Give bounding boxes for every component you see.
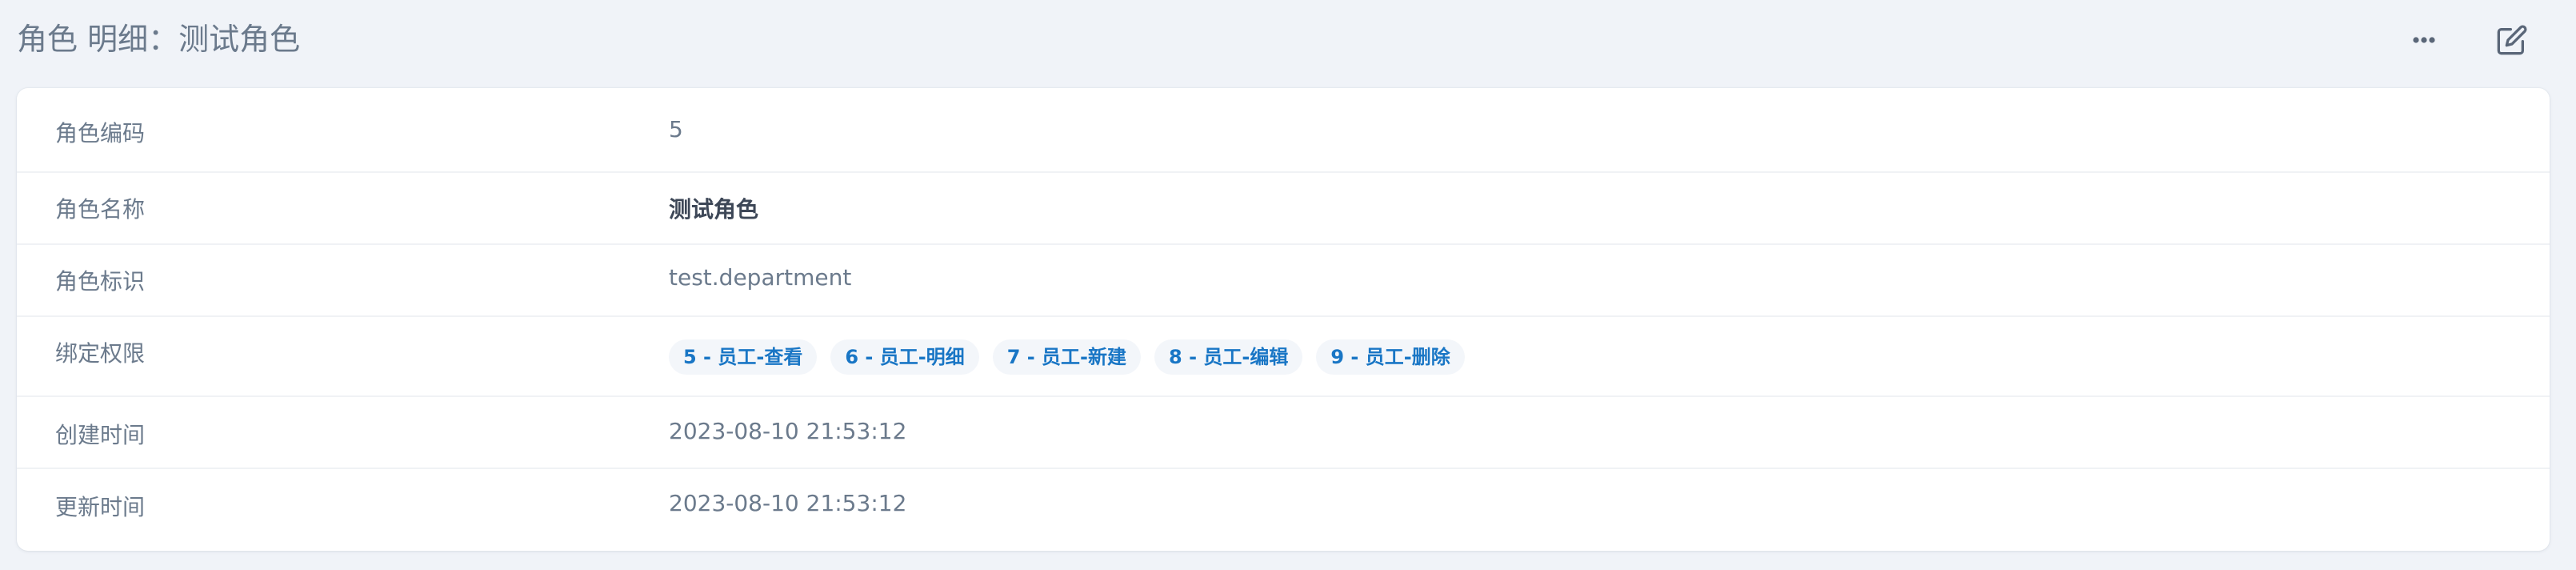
detail-row-permissions: 绑定权限 5 - 员工-查看 6 - 员工-明细 7 - 员工-新建 8 - 员…: [17, 317, 2550, 397]
detail-row-name: 角色名称 测试角色: [17, 173, 2550, 245]
row-label: 角色标识: [55, 268, 146, 295]
detail-row-code: 角色编码 5: [17, 88, 2550, 173]
detail-row-identifier: 角色标识 test.department: [17, 245, 2550, 317]
edit-button[interactable]: [2490, 18, 2534, 62]
page-title: 角色 明细：测试角色: [17, 22, 301, 57]
permission-tag[interactable]: 7 - 员工-新建: [992, 339, 1142, 375]
row-label: 绑定权限: [55, 340, 146, 367]
created-time-value: 2023-08-10 21:53:12: [669, 418, 907, 444]
row-label: 创建时间: [55, 422, 146, 448]
row-label: 更新时间: [55, 494, 146, 520]
role-name-value: 测试角色: [669, 196, 759, 223]
more-actions-button[interactable]: [2402, 18, 2446, 62]
role-identifier-value: test.department: [669, 264, 852, 291]
permission-tag-list: 5 - 员工-查看 6 - 员工-明细 7 - 员工-新建 8 - 员工-编辑 …: [669, 339, 1465, 375]
updated-time-value: 2023-08-10 21:53:12: [669, 490, 907, 516]
permission-tag[interactable]: 9 - 员工-删除: [1316, 339, 1465, 375]
detail-row-updated: 更新时间 2023-08-10 21:53:12: [17, 469, 2550, 551]
role-detail-card: 角色编码 5 角色名称 测试角色 角色标识 test.department 绑定…: [17, 88, 2550, 551]
edit-icon: [2497, 25, 2527, 55]
permission-tag[interactable]: 5 - 员工-查看: [669, 339, 818, 375]
page-header: 角色 明细：测试角色: [0, 0, 2576, 80]
more-horizontal-icon: [2413, 37, 2435, 43]
permission-tag[interactable]: 8 - 员工-编辑: [1154, 339, 1303, 375]
row-label: 角色名称: [55, 196, 146, 223]
permission-tag[interactable]: 6 - 员工-明细: [830, 339, 979, 375]
row-label: 角色编码: [55, 120, 146, 147]
detail-row-created: 创建时间 2023-08-10 21:53:12: [17, 397, 2550, 469]
role-code-value: 5: [669, 116, 683, 142]
